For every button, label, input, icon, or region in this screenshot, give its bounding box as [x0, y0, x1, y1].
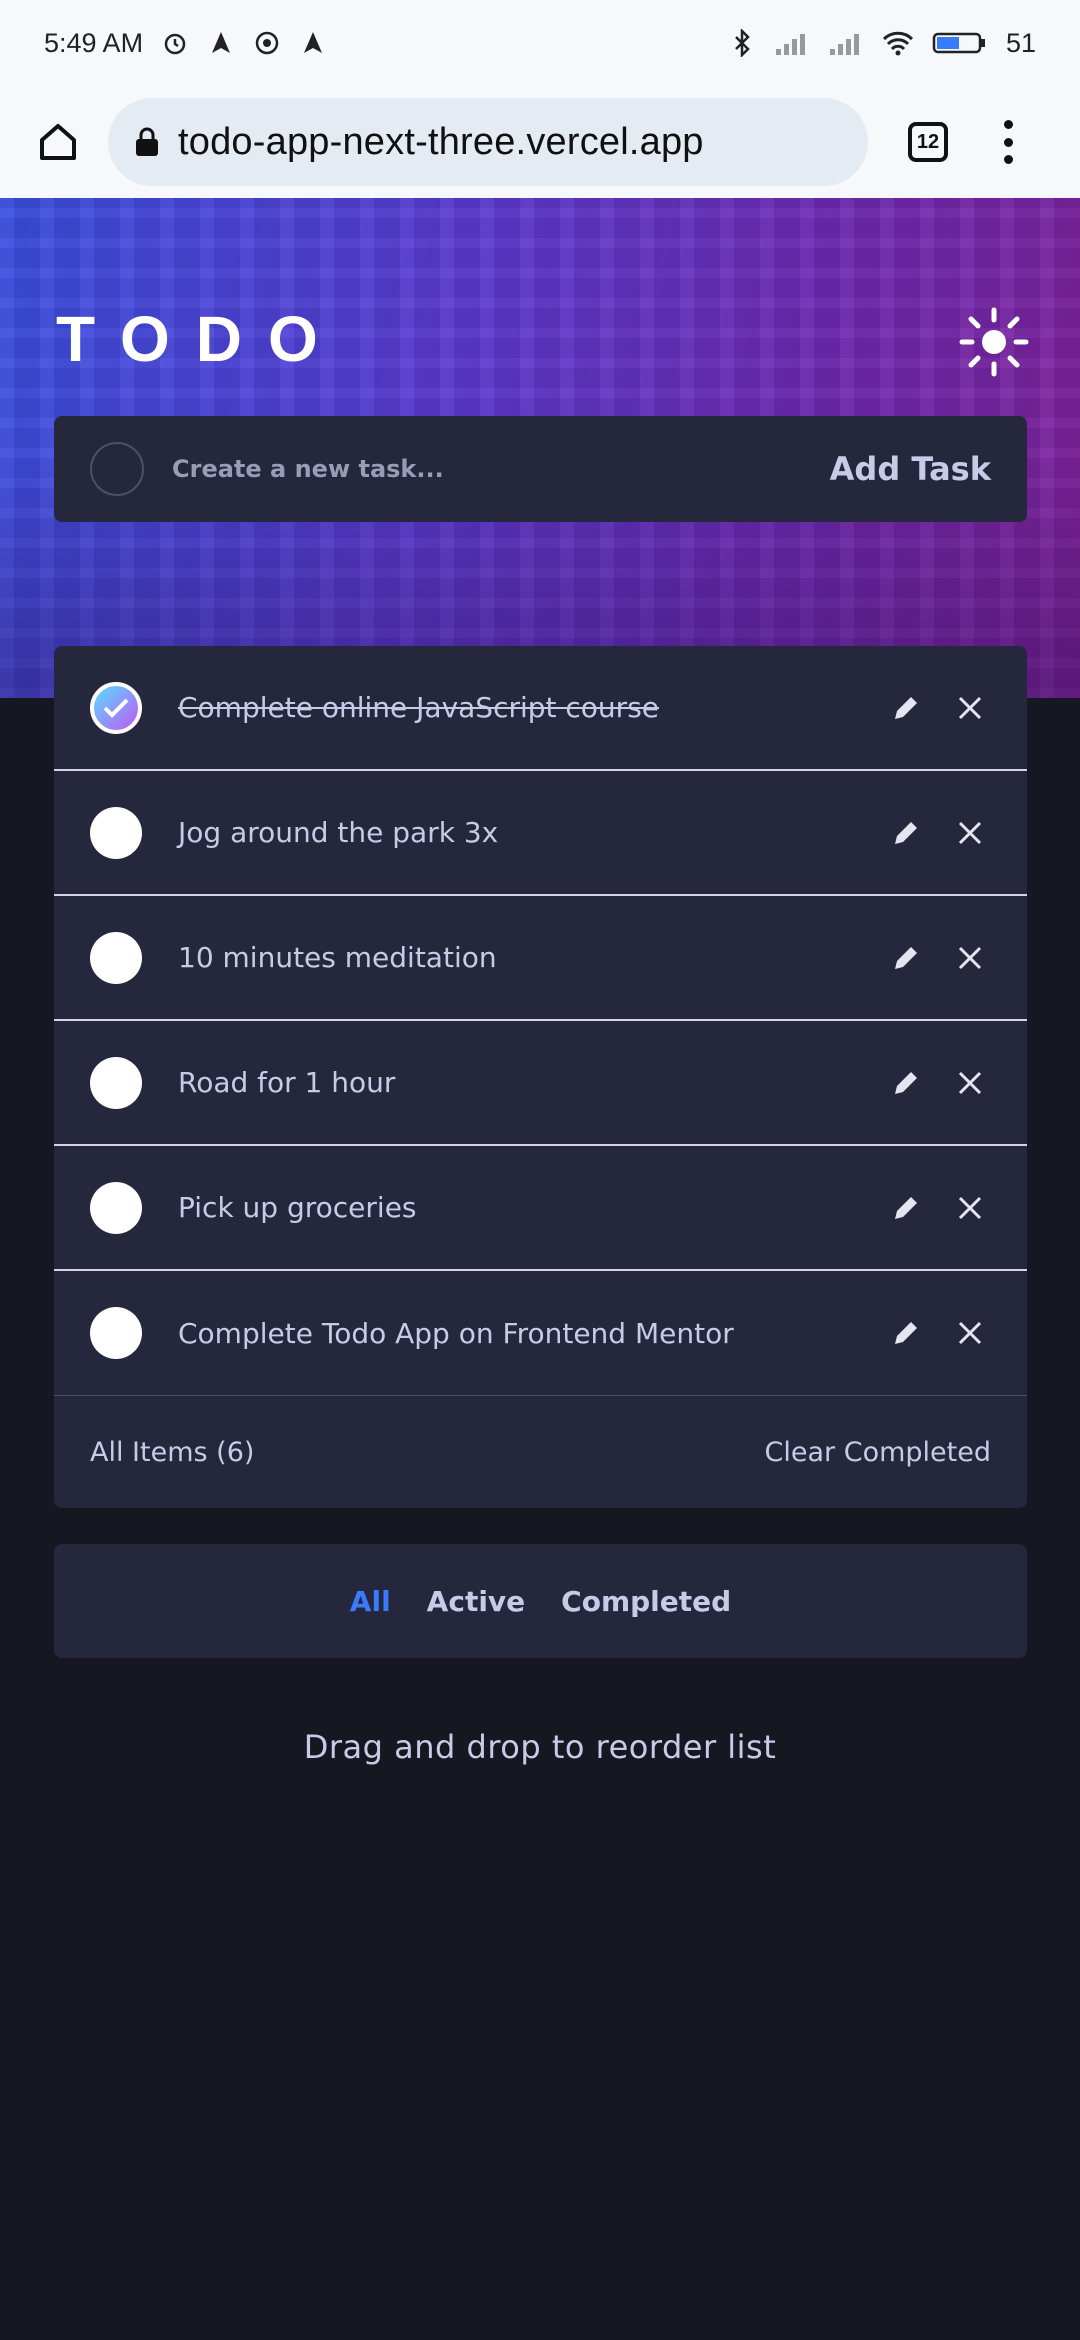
- battery-percent: 51: [1005, 27, 1036, 58]
- signal-icon: [775, 34, 805, 55]
- filter-active[interactable]: Active: [427, 1585, 526, 1618]
- close-icon: [958, 1321, 982, 1345]
- task-row[interactable]: Complete Todo App on Frontend Mentor: [54, 1271, 1027, 1396]
- clear-completed-button[interactable]: Clear Completed: [765, 1437, 991, 1468]
- browser-menu-button[interactable]: [998, 114, 1018, 170]
- status-left: 5:49 AM: [44, 28, 327, 59]
- sun-icon[interactable]: [958, 306, 1030, 378]
- task-checkbox[interactable]: [90, 1056, 142, 1109]
- row-actions: [885, 687, 991, 729]
- filter-completed[interactable]: Completed: [561, 1585, 731, 1618]
- bluetooth-icon: [735, 29, 750, 57]
- task-row[interactable]: 10 minutes meditation: [54, 896, 1027, 1021]
- delete-button[interactable]: [949, 1312, 991, 1354]
- task-checkbox[interactable]: [90, 1307, 142, 1359]
- lock-icon: [136, 127, 158, 156]
- filter-all[interactable]: All: [350, 1585, 391, 1618]
- check-icon: [103, 698, 129, 718]
- task-text: Complete Todo App on Frontend Mentor: [178, 1316, 734, 1350]
- delete-button[interactable]: [949, 937, 991, 979]
- tab-switcher-button[interactable]: 12: [908, 122, 948, 162]
- pencil-icon: [895, 1322, 917, 1344]
- task-row[interactable]: Complete online JavaScript course: [54, 646, 1027, 771]
- status-right: 51: [728, 28, 1036, 59]
- edit-button[interactable]: [885, 1312, 927, 1354]
- pencil-icon: [895, 1071, 917, 1094]
- close-icon: [958, 946, 982, 969]
- dot-icon: [1003, 137, 1013, 147]
- row-actions: [885, 812, 991, 854]
- row-actions: [885, 1312, 991, 1354]
- navigation-icon: [212, 32, 231, 53]
- close-icon: [958, 696, 982, 719]
- list-footer: All Items (6) Clear Completed: [54, 1396, 1027, 1508]
- row-actions: [885, 1062, 991, 1104]
- row-actions: [885, 937, 991, 979]
- task-checkbox[interactable]: [90, 931, 142, 984]
- battery-icon: [932, 32, 985, 54]
- edit-button[interactable]: [885, 1062, 927, 1104]
- new-task-checkbox[interactable]: [90, 442, 144, 496]
- add-task-button[interactable]: Add Task: [830, 450, 991, 488]
- address-bar[interactable]: todo-app-next-three.vercel.app: [108, 98, 868, 186]
- pencil-icon: [895, 1196, 917, 1219]
- status-bar: 5:49 AM 51: [0, 0, 1080, 86]
- task-checkbox[interactable]: [90, 806, 142, 859]
- new-task-input[interactable]: [172, 455, 830, 483]
- task-text: Pick up groceries: [178, 1191, 417, 1224]
- task-text: 10 minutes meditation: [178, 941, 497, 974]
- close-icon: [958, 1071, 982, 1094]
- status-time: 5:49 AM: [44, 27, 144, 58]
- task-text: Complete online JavaScript course: [178, 691, 660, 724]
- edit-button[interactable]: [885, 937, 927, 979]
- drag-hint: Drag and drop to reorder list: [303, 1728, 777, 1766]
- whatsapp-icon: [255, 31, 279, 55]
- dot-icon: [1003, 120, 1013, 129]
- pencil-icon: [895, 696, 917, 719]
- signal-icon-2: [829, 34, 859, 55]
- task-row[interactable]: Jog around the park 3x: [54, 771, 1027, 896]
- close-icon: [958, 1196, 982, 1219]
- task-checkbox-checked[interactable]: [90, 681, 142, 734]
- delete-button[interactable]: [949, 1062, 991, 1104]
- items-count: All Items (6): [90, 1436, 255, 1468]
- browser-bar: todo-app-next-three.vercel.app 12: [0, 86, 1080, 198]
- navigation-icon-2: [304, 32, 323, 53]
- edit-button[interactable]: [885, 812, 927, 854]
- task-row[interactable]: Pick up groceries: [54, 1146, 1027, 1271]
- pencil-icon: [895, 821, 917, 844]
- home-button[interactable]: [30, 114, 86, 170]
- delete-button[interactable]: [949, 1187, 991, 1229]
- edit-button[interactable]: [885, 1187, 927, 1229]
- task-checkbox[interactable]: [90, 1181, 142, 1234]
- task-list: Complete online JavaScript course Jog ar…: [54, 646, 1027, 1508]
- pencil-icon: [895, 946, 917, 969]
- new-task-bar: Add Task: [54, 416, 1027, 522]
- close-icon: [958, 821, 982, 844]
- filter-bar: All Active Completed: [54, 1544, 1027, 1658]
- task-text: Jog around the park 3x: [178, 816, 499, 849]
- task-row[interactable]: Road for 1 hour: [54, 1021, 1027, 1146]
- delete-button[interactable]: [949, 687, 991, 729]
- app-logo: TODO: [56, 303, 344, 375]
- row-actions: [885, 1187, 991, 1229]
- edit-button[interactable]: [885, 687, 927, 729]
- dot-icon: [1003, 155, 1013, 164]
- delete-button[interactable]: [949, 812, 991, 854]
- task-text: Road for 1 hour: [178, 1066, 396, 1099]
- url-text: todo-app-next-three.vercel.app: [178, 120, 704, 163]
- home-icon: [40, 124, 76, 160]
- alarm-icon: [164, 33, 186, 55]
- wifi-icon: [882, 31, 914, 56]
